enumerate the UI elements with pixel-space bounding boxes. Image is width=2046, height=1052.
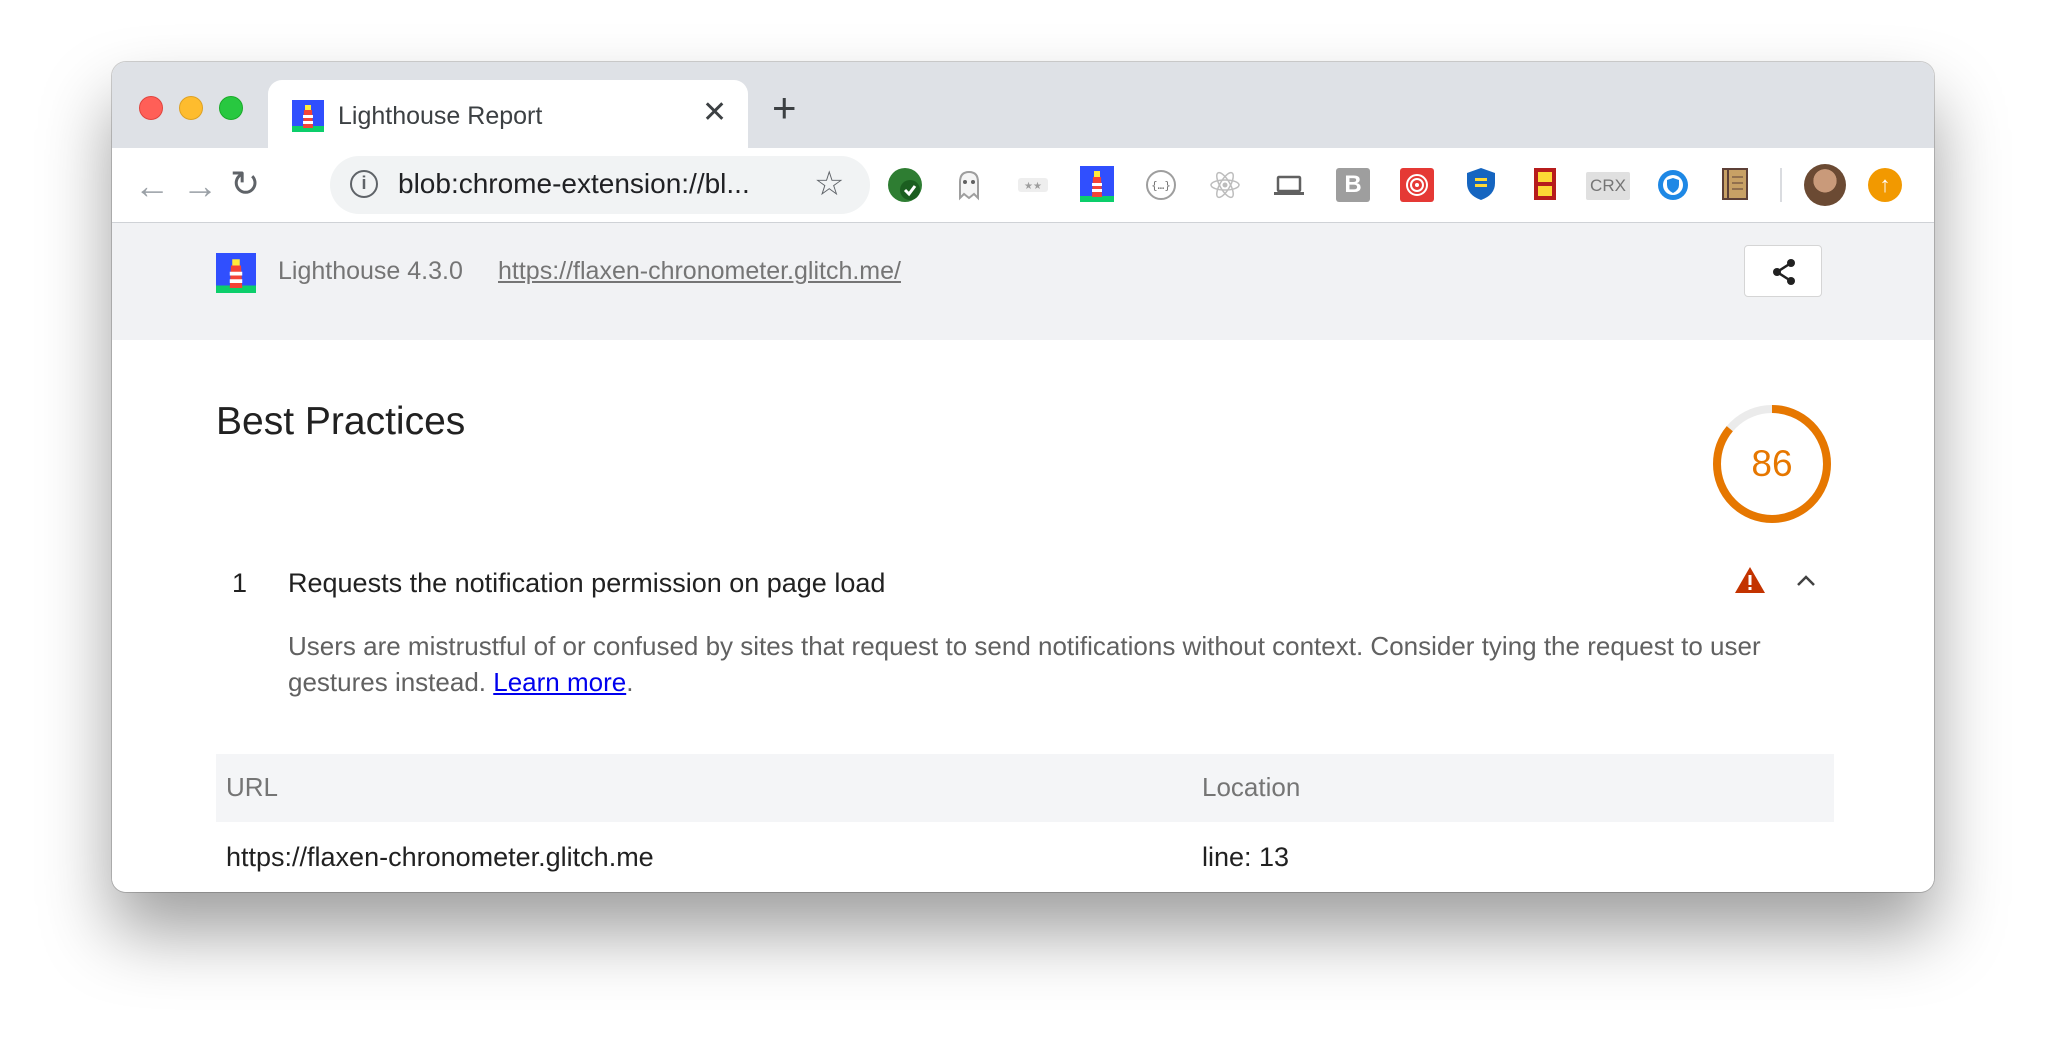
check-extension-icon[interactable]	[888, 168, 922, 202]
table-header: URL Location	[216, 754, 1834, 822]
tab-title: Lighthouse Report	[338, 102, 543, 130]
toolbar-separator	[1780, 168, 1782, 202]
audit-description: Users are mistrustful of or confused by …	[288, 628, 1818, 700]
shield-extension-icon[interactable]	[1464, 166, 1498, 200]
close-tab-icon[interactable]: ✕	[702, 98, 727, 128]
report-content: Best Practices 86 1 Requests the notific…	[112, 340, 1934, 892]
tab-strip: Lighthouse Report ✕ +	[112, 62, 1934, 148]
svg-text:{…}: {…}	[1151, 179, 1171, 192]
svg-text:★★: ★★	[1024, 181, 1042, 192]
audit-number: 1	[232, 568, 248, 598]
notebook-extension-icon[interactable]	[1718, 166, 1752, 200]
minimize-window-button[interactable]	[179, 96, 203, 120]
crx-extension-label: CRX	[1590, 176, 1626, 195]
laptop-extension-icon[interactable]	[1272, 168, 1306, 202]
reload-button[interactable]: ↻	[230, 166, 260, 202]
share-icon	[1770, 258, 1798, 291]
new-tab-button[interactable]: +	[772, 87, 797, 129]
sd-card-extension-icon[interactable]	[1528, 166, 1562, 200]
location-column-header: Location	[1202, 772, 1301, 802]
tested-url-link[interactable]: https://flaxen-chronometer.glitch.me/	[498, 257, 901, 286]
site-info-icon[interactable]: i	[350, 170, 378, 198]
react-extension-icon[interactable]	[1208, 168, 1242, 202]
lighthouse-favicon-icon	[292, 100, 324, 137]
bookmark-star-icon[interactable]: ☆	[814, 164, 844, 204]
audit-title[interactable]: Requests the notification permission on …	[288, 568, 885, 599]
rating-extension-icon[interactable]: ★★	[1016, 168, 1050, 202]
tab-lighthouse-report[interactable]: Lighthouse Report ✕	[268, 80, 748, 148]
score-value: 86	[1751, 443, 1793, 484]
url-column-header: URL	[226, 772, 279, 802]
forward-button[interactable]: →	[182, 168, 218, 204]
location-cell: line: 13	[1202, 842, 1290, 872]
url-cell: https://flaxen-chronometer.glitch.me	[226, 842, 654, 872]
ghost-extension-icon[interactable]	[952, 168, 986, 202]
close-window-button[interactable]	[139, 96, 163, 120]
toolbar: ← → ↻ i blob:chrome-extension://bl... ☆ …	[112, 148, 1934, 222]
learn-more-link[interactable]: Learn more	[493, 667, 626, 697]
back-button[interactable]: ←	[134, 168, 170, 204]
lighthouse-extension-icon[interactable]	[1080, 166, 1114, 202]
b-extension-label: B	[1344, 171, 1362, 198]
crx-extension-icon[interactable]: CRX	[1586, 172, 1630, 200]
details-table: URL Location https://flaxen-chronometer.…	[216, 754, 1834, 892]
table-row: https://flaxen-chronometer.glitch.me lin…	[216, 822, 1834, 892]
lighthouse-logo-icon	[216, 253, 256, 298]
share-button[interactable]	[1744, 245, 1822, 297]
update-icon[interactable]: ↑	[1868, 168, 1902, 202]
category-title: Best Practices	[216, 400, 466, 443]
b-extension-icon[interactable]: B	[1336, 168, 1370, 202]
description-period: .	[626, 667, 634, 697]
profile-avatar[interactable]	[1804, 164, 1846, 206]
chevron-up-icon[interactable]	[1794, 572, 1818, 593]
score-gauge: 86	[1710, 402, 1834, 526]
address-bar[interactable]: i blob:chrome-extension://bl... ☆	[330, 156, 870, 214]
spiral-extension-icon[interactable]	[1400, 168, 1434, 202]
json-extension-icon[interactable]: {…}	[1144, 168, 1178, 202]
lighthouse-topbar: Lighthouse 4.3.0 https://flaxen-chronome…	[112, 222, 1934, 341]
privacy-extension-icon[interactable]	[1656, 168, 1690, 202]
browser-window: Lighthouse Report ✕ + ← → ↻ i blob:chrom…	[112, 62, 1934, 892]
address-text: blob:chrome-extension://bl...	[398, 168, 750, 199]
maximize-window-button[interactable]	[219, 96, 243, 120]
lighthouse-version: Lighthouse 4.3.0	[278, 257, 463, 285]
warning-icon	[1734, 566, 1766, 599]
